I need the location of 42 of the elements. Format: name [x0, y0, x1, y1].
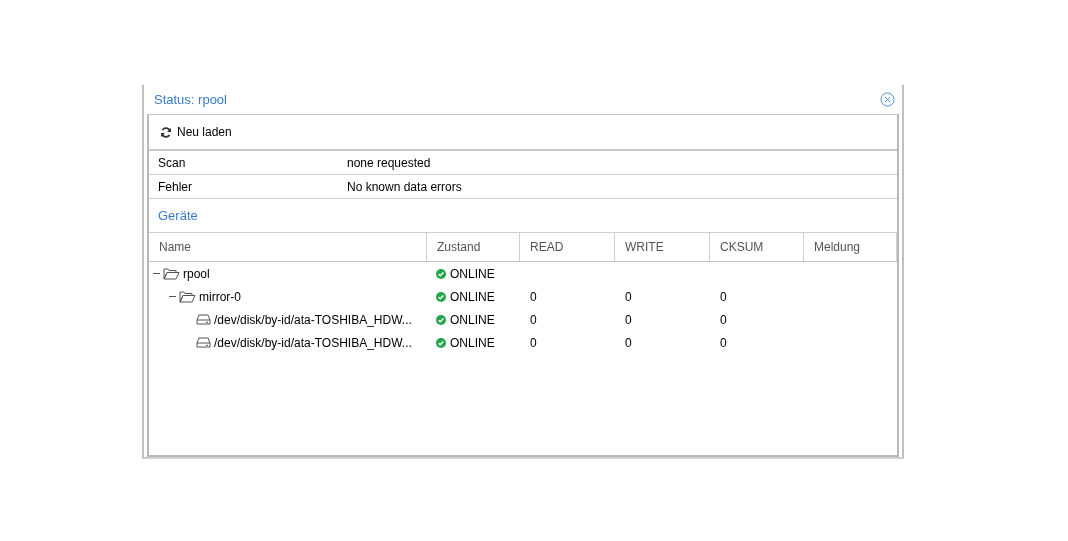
minus-icon[interactable] [153, 270, 160, 277]
column-header[interactable]: Meldung [804, 233, 897, 261]
reload-button[interactable]: Neu laden [157, 123, 235, 141]
column-header[interactable]: Zustand [427, 233, 520, 261]
column-header[interactable]: CKSUM [710, 233, 804, 261]
window-title: Status: rpool [154, 92, 227, 107]
device-name: mirror-0 [199, 289, 241, 304]
table-cell-text: 0 [529, 312, 537, 327]
hard-drive-icon [196, 337, 211, 348]
column-header[interactable]: READ [520, 233, 615, 261]
table-cell-text: 0 [624, 335, 632, 350]
device-name: rpool [183, 266, 210, 281]
check-circle-icon [436, 268, 446, 279]
info-label: Fehler [158, 179, 193, 194]
state-text: ONLINE [450, 335, 495, 350]
table-cell-text: 0 [624, 312, 632, 327]
check-circle-icon [436, 291, 446, 302]
column-header[interactable]: WRITE [615, 233, 710, 261]
table-cell-text: 0 [529, 289, 537, 304]
section-title: Geräte [158, 208, 198, 223]
table-cell-text: 0 [719, 312, 727, 327]
state-text: ONLINE [450, 312, 495, 327]
device-name: /dev/disk/by-id/ata-TOSHIBA_HDW... [214, 335, 412, 350]
state-text: ONLINE [450, 266, 495, 281]
table-cell-text: 0 [624, 289, 632, 304]
close-icon[interactable] [880, 92, 895, 107]
table-cell-text: 0 [719, 335, 727, 350]
table-cell-text: 0 [529, 335, 537, 350]
info-value: none requested [347, 155, 431, 170]
folder-icon [163, 267, 180, 280]
info-label: Scan [158, 155, 187, 170]
check-circle-icon [436, 337, 446, 348]
hard-drive-icon [196, 314, 211, 325]
state-text: ONLINE [450, 289, 495, 304]
minus-icon[interactable] [169, 293, 176, 300]
refresh-icon [160, 126, 172, 138]
column-header[interactable]: Name [149, 233, 427, 261]
check-circle-icon [436, 314, 446, 325]
folder-icon [179, 290, 196, 303]
table-cell-text: 0 [719, 289, 727, 304]
device-name: /dev/disk/by-id/ata-TOSHIBA_HDW... [214, 312, 412, 327]
info-value: No known data errors [347, 179, 462, 194]
